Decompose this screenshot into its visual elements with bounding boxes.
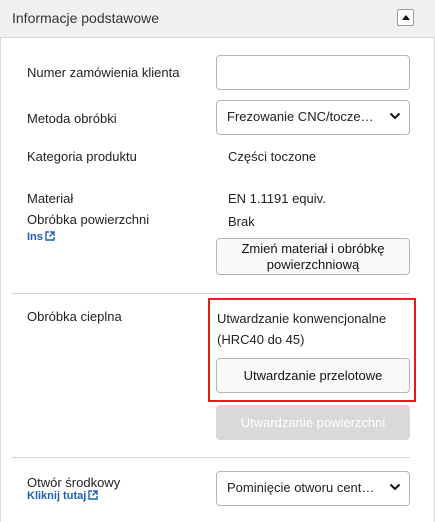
section-title: Informacje podstawowe [12,10,160,26]
method-select-value: Frezowanie CNC/tocze… [227,109,374,124]
category-label: Kategoria produktu [27,149,137,164]
change-material-line2: powierzchniową [266,257,360,272]
chevron-down-icon [389,483,401,491]
center-hole-select[interactable]: Pominięcie otworu cent… [216,471,410,506]
external-link-icon [45,231,55,241]
divider [12,457,410,458]
order-number-input[interactable] [216,55,410,90]
surface-label: Obróbka powierzchni [27,212,150,227]
category-value: Części toczone [228,149,317,164]
change-material-button[interactable]: Zmień materiał i obróbkę powierzchniową [216,238,410,275]
surface-info-link[interactable]: Ins [27,231,55,243]
material-label: Materiał [27,191,74,206]
change-material-line1: Zmień materiał i obróbkę [241,241,385,256]
material-value: EN 1.1191 equiv. [228,191,326,206]
center-hole-label: Otwór środkowy [27,475,121,490]
section-header: Informacje podstawowe [0,0,435,38]
order-number-label: Numer zamówienia klienta [27,65,180,80]
center-hole-select-value: Pominięcie otworu cent… [227,480,375,495]
chevron-down-icon [389,112,401,120]
center-hole-link-text: Kliknij tutaj [27,490,87,502]
method-label: Metoda obróbki [27,111,117,126]
surface-hardening-button[interactable]: Utwardzanie powierzchni [216,405,410,440]
highlight-box [208,298,416,402]
surface-info-link-text: Ins [27,231,43,243]
external-link-icon [88,490,98,500]
method-select[interactable]: Frezowanie CNC/tocze… [216,100,410,135]
collapse-button[interactable] [397,9,414,26]
surface-value: Brak [228,214,255,229]
heat-treatment-label: Obróbka cieplna [27,309,122,324]
divider [12,293,410,294]
center-hole-link[interactable]: Kliknij tutaj [27,490,98,502]
triangle-up-icon [402,15,410,20]
